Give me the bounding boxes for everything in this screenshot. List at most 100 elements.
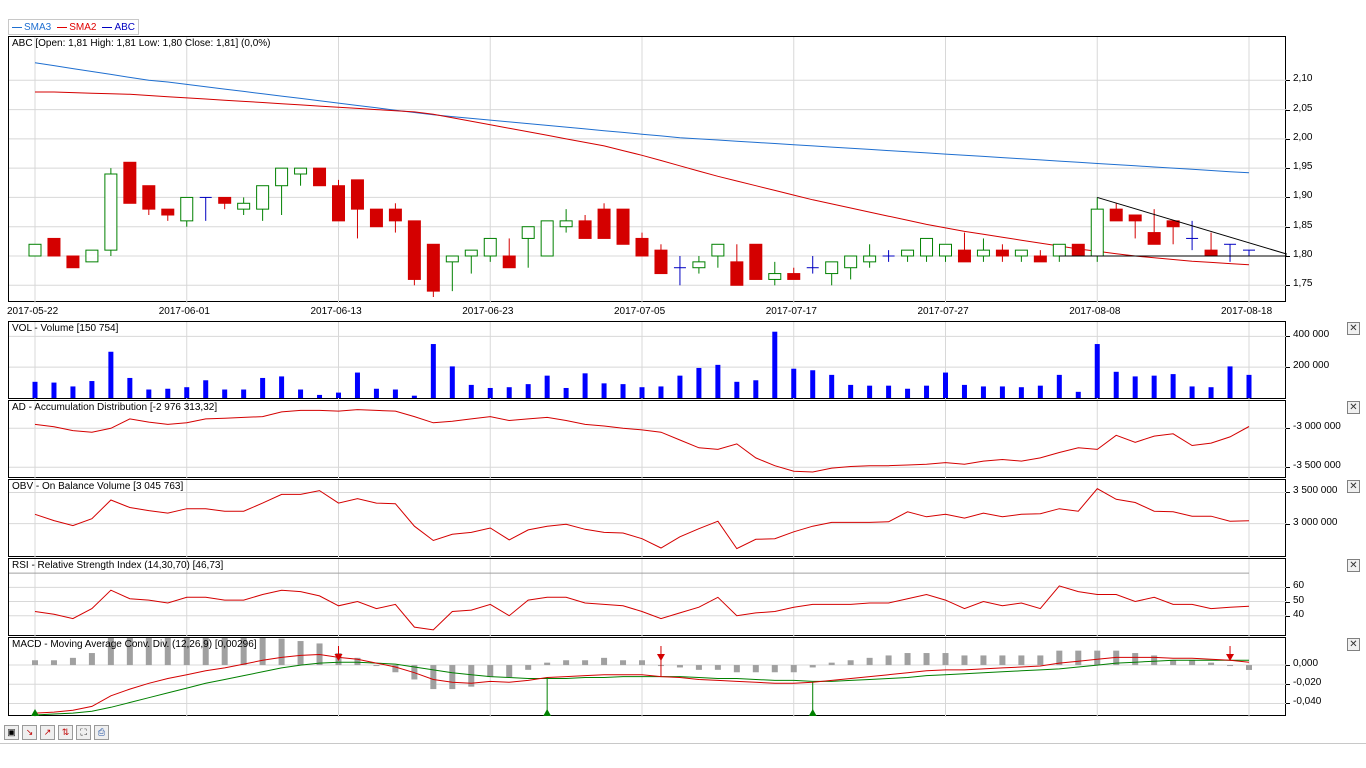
ad-y-tick: -3 000 000 (1293, 421, 1341, 433)
indicator-both-icon[interactable]: ⇅ (58, 725, 73, 740)
macd-histogram-bar (373, 665, 380, 667)
date-x-tick: 2017-07-27 (917, 306, 969, 317)
rsi-panel[interactable]: RSI - Relative Strength Index (14,30,70)… (8, 558, 1287, 637)
candle-body (445, 255, 459, 263)
volume-bar (317, 394, 323, 398)
macd-histogram-bar (639, 660, 645, 666)
volume-bar (51, 382, 57, 398)
macd-panel-title: MACD - Moving Average Conv. Div. (12,26,… (12, 639, 257, 650)
candle-body (294, 167, 308, 175)
candle-body (901, 249, 915, 257)
macd-histogram-bar (487, 665, 494, 678)
macd-histogram-bar (544, 662, 551, 666)
macd-histogram-bar (1018, 655, 1025, 666)
volume-bar (1227, 366, 1233, 398)
ad-panel[interactable]: AD - Accumulation Distribution [-2 976 3… (8, 400, 1287, 479)
price-y-tick-mark (1286, 138, 1290, 140)
volume-panel[interactable]: VOL - Volume [150 754] (8, 321, 1287, 400)
candle-body (559, 220, 573, 228)
macd-histogram-bar (695, 665, 702, 670)
date-x-tick: 2017-06-23 (462, 306, 514, 317)
candle-body (483, 237, 497, 257)
candle-body (920, 237, 934, 257)
macd-histogram-bar (1170, 660, 1177, 666)
volume-bar (468, 384, 474, 398)
price-panel[interactable]: ABC [Open: 1,81 High: 1,81 Low: 1,80 Clo… (8, 36, 1287, 303)
candle-body (1071, 243, 1085, 257)
price-y-tick: 1,85 (1293, 219, 1313, 231)
rsi-y-tick-mark (1286, 615, 1290, 617)
candle-body (388, 208, 402, 222)
candle-body (426, 243, 440, 292)
candle-body (844, 255, 858, 269)
macd-histogram-bar (1075, 650, 1082, 666)
candle-body (768, 273, 782, 280)
macd-histogram-bar (923, 653, 930, 666)
volume-bar (260, 377, 266, 398)
buy-signal-marker (543, 709, 552, 716)
price-y-tick: 1,90 (1293, 190, 1313, 202)
candle-body (123, 161, 137, 204)
candle-body (711, 243, 725, 257)
candle-body (616, 208, 630, 245)
volume-bar (1208, 387, 1214, 398)
candle-body (825, 261, 839, 275)
macd-histogram-bar (506, 665, 513, 678)
volume-bar (696, 367, 702, 398)
macd-y-tick: -0,040 (1293, 696, 1322, 708)
legend-label: ABC (114, 21, 136, 33)
volume-bar (89, 381, 95, 398)
volume-bar (658, 386, 664, 398)
volume-bar (943, 372, 948, 398)
volume-bar (127, 377, 133, 398)
volume-bar (1151, 375, 1157, 398)
obv-panel-title: OBV - On Balance Volume [3 045 763] (12, 481, 184, 492)
macd-histogram-bar (790, 665, 797, 673)
close-ad-panel-button[interactable]: ✕ (1347, 401, 1360, 414)
print-icon[interactable]: ⎙ (94, 725, 109, 740)
indicator-up-icon[interactable]: ↗ (40, 725, 55, 740)
macd-y-tick: 0,000 (1293, 658, 1319, 670)
volume-bar (867, 385, 873, 398)
indicator-down-icon[interactable]: ↘ (22, 725, 37, 740)
volume-bar (525, 384, 531, 398)
volume-bar (70, 386, 76, 398)
volume-bar (1037, 385, 1043, 398)
macd-histogram-bar (88, 653, 95, 666)
candle-body (787, 273, 801, 280)
volume-bar (108, 351, 114, 398)
candle-body (161, 208, 175, 216)
status-divider (0, 743, 1366, 744)
volume-bar (677, 375, 683, 398)
price-y-tick-mark (1286, 226, 1290, 228)
price-y-tick-mark (1286, 285, 1290, 287)
close-obv-panel-button[interactable]: ✕ (1347, 480, 1360, 493)
volume-bar (1094, 344, 1100, 398)
candle-body (957, 249, 971, 263)
volume-bar (620, 384, 626, 398)
macd-histogram-bar (620, 660, 627, 666)
rsi-y-tick-mark (1286, 601, 1290, 603)
close-macd-panel-button[interactable]: ✕ (1347, 638, 1360, 651)
date-x-tick: 2017-08-18 (1221, 306, 1273, 317)
save-icon[interactable]: ▣ (4, 725, 19, 740)
volume-bar (165, 388, 171, 398)
macd-panel[interactable]: MACD - Moving Average Conv. Div. (12,26,… (8, 637, 1287, 717)
volume-bar (791, 368, 797, 398)
volume-bar (848, 384, 854, 398)
candle-body (332, 185, 345, 222)
macd-histogram-bar (733, 665, 740, 673)
obv-y-tick: 3 500 000 (1293, 485, 1338, 497)
close-rsi-panel-button[interactable]: ✕ (1347, 559, 1360, 572)
fit-icon[interactable]: ⛶ (76, 725, 91, 740)
volume-panel-title: VOL - Volume [150 754] (12, 323, 119, 334)
obv-panel[interactable]: OBV - On Balance Volume [3 045 763] (8, 479, 1287, 558)
volume-bar (1132, 376, 1138, 398)
close-volume-panel-button[interactable]: ✕ (1347, 322, 1360, 335)
candle-body (692, 261, 706, 269)
volume-chart (9, 322, 1287, 400)
volume-bar (582, 373, 588, 398)
candle-body (369, 208, 383, 228)
ad-y-tick: -3 500 000 (1293, 460, 1341, 472)
candle-body (730, 261, 744, 286)
